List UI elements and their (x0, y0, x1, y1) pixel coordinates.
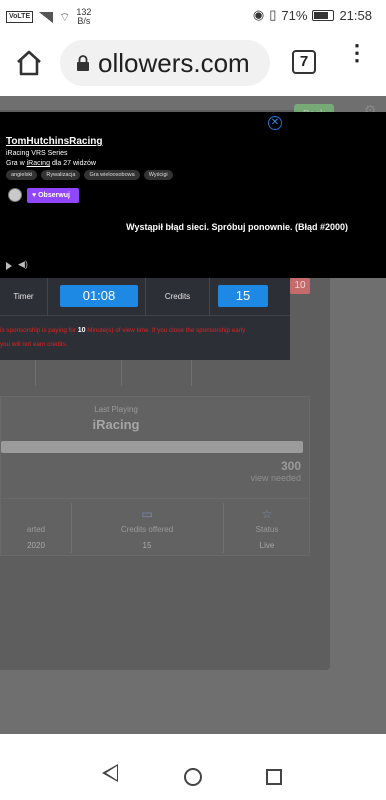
warning-minutes: 10 (77, 327, 86, 334)
url-text: ollowers.com (98, 48, 250, 78)
battery-icon (312, 9, 335, 21)
tag[interactable]: Wyścigi (143, 170, 173, 180)
views-needed-value: 300 (280, 459, 301, 473)
tag-list: angielski Rywalizacja Gra wieloosobowa W… (6, 170, 173, 180)
browser-toolbar: ollowers.com 7 ⋮ (0, 30, 386, 96)
stat-status-value: Live (259, 541, 275, 550)
lock-icon (77, 55, 89, 71)
signal-icon (39, 11, 54, 23)
wifi-icon: ⌔ (59, 9, 71, 24)
status-bar: VoLTE ⌔ 132 B/s ◉ ▯ 71% 21:58 (0, 0, 386, 30)
warning-line2: you will not earn credits. (0, 341, 68, 348)
eye-icon: ◉ (252, 7, 265, 22)
status-left: VoLTE ⌔ 132 B/s (6, 8, 91, 26)
stat-status: ☆ Status Live (223, 499, 311, 557)
credit-card-icon: ▭ (141, 507, 153, 521)
battery-percent: 71% (281, 7, 308, 23)
stat-started-value: 2020 (27, 541, 45, 550)
close-icon[interactable]: ✕ (268, 116, 282, 130)
network-speed: 132 B/s (76, 8, 91, 26)
sponsorship-timer-modal: Timer 01:08 Credits 15 is sponsorship is… (0, 274, 290, 360)
error-message: Wystąpił błąd sieci. Spróbuj ponownie. (… (126, 222, 348, 232)
timer-row: Timer 01:08 Credits 15 (0, 278, 290, 316)
avatar[interactable] (8, 188, 22, 202)
last-playing-card: Last Playing iRacing 300 view needed (0, 396, 310, 506)
channel-name-link[interactable]: TomHutchinsRacing (6, 136, 102, 147)
sponsorship-warning: is sponsorship is paying for 10 Minute(s… (0, 324, 286, 352)
stat-status-label: Status (255, 525, 279, 534)
last-playing-game: iRacing (92, 417, 140, 432)
timer-label: Timer (13, 292, 34, 301)
playing-info: Gra w iRacing dla 27 widzów (6, 160, 96, 167)
heart-icon: ♥ (32, 192, 37, 199)
tag[interactable]: Gra wieloosobowa (84, 170, 140, 180)
play-icon[interactable] (6, 262, 12, 270)
stat-credits-offered-value: 15 (142, 541, 152, 550)
warning-pre: is sponsorship is paying for (0, 327, 76, 334)
last-playing-label: Last Playing (94, 405, 138, 414)
timer-value-cell: 01:08 (48, 278, 146, 316)
home-button[interactable] (14, 48, 44, 78)
stat-started: arted 2020 (1, 499, 71, 557)
stats-card: arted 2020 ▭ Credits offered 15 ☆ Status… (0, 498, 310, 556)
playing-pre: Gra w (6, 160, 25, 167)
views-needed-label: view needed (250, 473, 301, 483)
stat-credits-offered: ▭ Credits offered 15 (71, 499, 223, 557)
stat-credits-offered-label: Credits offered (120, 525, 174, 534)
warning-post: Minute(s) of view time. If you close the… (87, 327, 246, 334)
system-navigation-bar (0, 742, 386, 800)
address-bar[interactable]: ollowers.com (60, 40, 270, 86)
star-icon: ☆ (261, 507, 273, 521)
overflow-menu-button[interactable]: ⋮ (346, 42, 368, 78)
timer-label-cell: Timer (0, 278, 48, 316)
counter-badge: 10 (290, 278, 310, 294)
follow-label: Obserwuj (38, 192, 71, 199)
tab-switcher-button[interactable]: 7 (292, 50, 316, 74)
stat-started-label: arted (26, 525, 46, 534)
views-progress-bar (1, 441, 303, 453)
playing-post: dla 27 widzów (51, 160, 96, 167)
credits-label: Credits (164, 292, 191, 301)
tag[interactable]: Rywalizacja (41, 170, 81, 180)
volume-icon[interactable]: ◀) (18, 259, 28, 270)
nav-back-icon[interactable] (102, 764, 118, 782)
home-icon (17, 50, 41, 76)
status-right: ◉ ▯ 71% 21:58 (253, 7, 372, 23)
volte-icon: VoLTE (6, 11, 34, 23)
speed-unit: B/s (77, 16, 91, 26)
credits-label-cell: Credits (146, 278, 210, 316)
follow-button[interactable]: ♥ Obserwuj (27, 188, 79, 203)
timer-value: 01:08 (60, 285, 138, 307)
tag[interactable]: angielski (6, 170, 38, 180)
credits-value-cell: 15 (210, 278, 290, 316)
nav-home-icon[interactable] (184, 768, 202, 786)
stream-title: iRacing VRS Series (6, 150, 68, 157)
game-link[interactable]: iRacing (27, 160, 50, 167)
nav-recents-icon[interactable] (266, 769, 282, 785)
stream-embed-overlay[interactable]: ✕ TomHutchinsRacing iRacing VRS Series G… (0, 112, 386, 278)
credits-value: 15 (218, 285, 268, 307)
clock: 21:58 (339, 7, 372, 23)
vibrate-icon: ▯ (269, 7, 277, 22)
